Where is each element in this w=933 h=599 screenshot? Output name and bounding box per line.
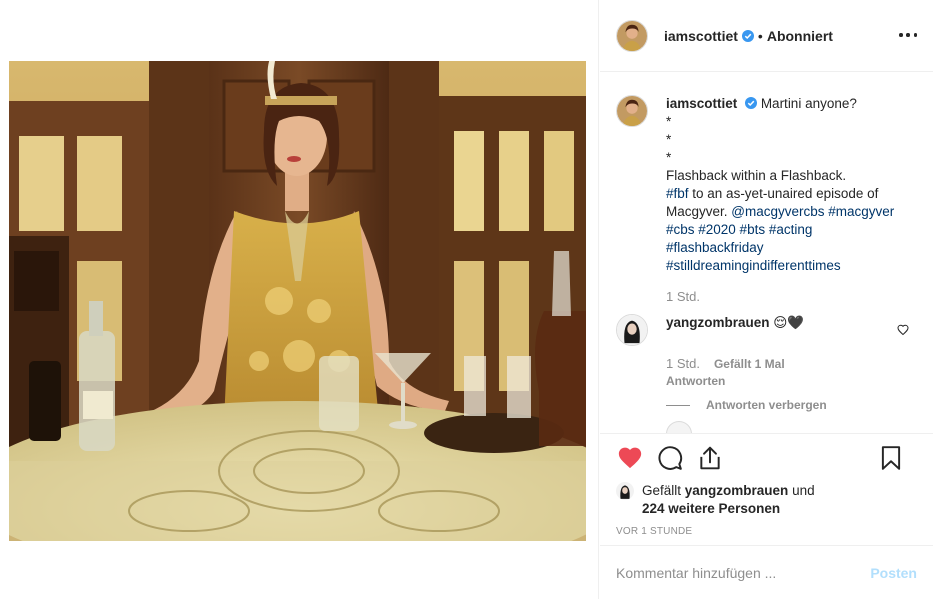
post-photo[interactable] xyxy=(9,61,586,541)
hide-replies-button[interactable]: Antworten verbergen xyxy=(666,398,917,412)
reply-avatar[interactable] xyxy=(666,421,692,433)
liked-by: Gefällt yangzombrauen und 224 weitere Pe… xyxy=(616,482,917,518)
author-avatar-image xyxy=(617,20,647,51)
like-button[interactable] xyxy=(616,444,644,472)
verified-badge-icon xyxy=(741,29,754,42)
hashtag-link[interactable]: #flashbackfriday xyxy=(666,239,906,257)
caption-line: * xyxy=(666,114,672,129)
hide-replies-line xyxy=(666,404,690,406)
bookmark-icon xyxy=(881,446,901,470)
comment-button[interactable] xyxy=(656,444,684,472)
mention-link[interactable]: @macgyvercbs xyxy=(731,204,824,219)
more-options-icon[interactable] xyxy=(899,26,917,44)
liked-by-prefix: Gefällt xyxy=(642,483,685,498)
caption-line: * xyxy=(666,150,672,165)
post-caption: iamscottiet Martini anyone? * * * Flashb… xyxy=(616,95,917,275)
caption-verified-badge-icon xyxy=(745,97,758,109)
author-avatar[interactable] xyxy=(616,19,648,52)
caption-text: iamscottiet Martini anyone? * * * Flashb… xyxy=(666,95,906,275)
liked-by-middle: und xyxy=(788,483,815,498)
caption-author-avatar[interactable] xyxy=(616,95,648,127)
caption-first-line: Martini anyone? xyxy=(760,96,857,111)
comment-item: yangzombrauen 😌🖤 xyxy=(616,314,917,346)
commenter-username[interactable]: yangzombrauen xyxy=(666,315,770,330)
hashtag-link[interactable]: #stilldreamingindifferenttimes xyxy=(666,257,906,275)
liked-by-others-link[interactable]: 224 weitere Personen xyxy=(642,501,780,516)
liker-avatar[interactable] xyxy=(616,482,634,500)
post-sidebar: iamscottiet • Abonniert iamscottiet Mart… xyxy=(600,0,933,599)
hide-replies-label: Antworten verbergen xyxy=(706,398,827,412)
action-bar xyxy=(616,434,917,482)
author-username[interactable]: iamscottiet xyxy=(664,28,738,44)
reply-button[interactable]: Antworten xyxy=(666,374,917,388)
header-separator: • xyxy=(757,27,763,44)
caption-line: * xyxy=(666,132,672,147)
commenter-avatar-image xyxy=(617,315,647,345)
follow-state-button[interactable]: Abonniert xyxy=(767,28,833,44)
caption-line: Flashback within a Flashback. xyxy=(666,168,847,183)
media-panel xyxy=(0,0,599,599)
comment-content: 😌🖤 xyxy=(773,315,805,330)
liked-by-text: Gefällt yangzombrauen und 224 weitere Pe… xyxy=(642,482,815,518)
comment-likes-count[interactable]: Gefällt 1 Mal xyxy=(714,357,785,371)
comment-time: 1 Std. xyxy=(666,356,700,371)
commenter-avatar[interactable] xyxy=(616,314,648,346)
liked-by-user[interactable]: yangzombrauen xyxy=(685,483,789,498)
comment-input[interactable] xyxy=(616,564,871,581)
post-header: iamscottiet • Abonniert xyxy=(600,0,933,72)
post-timestamp[interactable]: VOR 1 STUNDE xyxy=(616,526,917,537)
comments-list[interactable]: iamscottiet Martini anyone? * * * Flashb… xyxy=(600,73,933,433)
heart-filled-icon xyxy=(618,447,642,469)
post-comment-button[interactable]: Posten xyxy=(870,565,917,581)
share-button[interactable] xyxy=(696,444,724,472)
comment-like-heart-icon[interactable] xyxy=(897,324,909,336)
caption-username[interactable]: iamscottiet xyxy=(666,96,737,111)
add-comment-bar: Posten xyxy=(600,545,933,599)
caption-time: 1 Std. xyxy=(666,289,700,304)
liker-avatar-image xyxy=(616,482,634,500)
post-photo-image xyxy=(9,61,586,541)
hashtag-link[interactable]: #fbf xyxy=(666,186,689,201)
share-upload-icon xyxy=(700,446,720,470)
caption-author-avatar-image xyxy=(617,96,647,126)
speech-bubble-icon xyxy=(658,446,683,470)
post-actions: Gefällt yangzombrauen und 224 weitere Pe… xyxy=(600,433,933,545)
save-button[interactable] xyxy=(877,444,905,472)
comment-meta: 1 Std. Gefällt 1 Mal xyxy=(666,356,917,371)
comment-text: yangzombrauen 😌🖤 xyxy=(666,314,804,346)
